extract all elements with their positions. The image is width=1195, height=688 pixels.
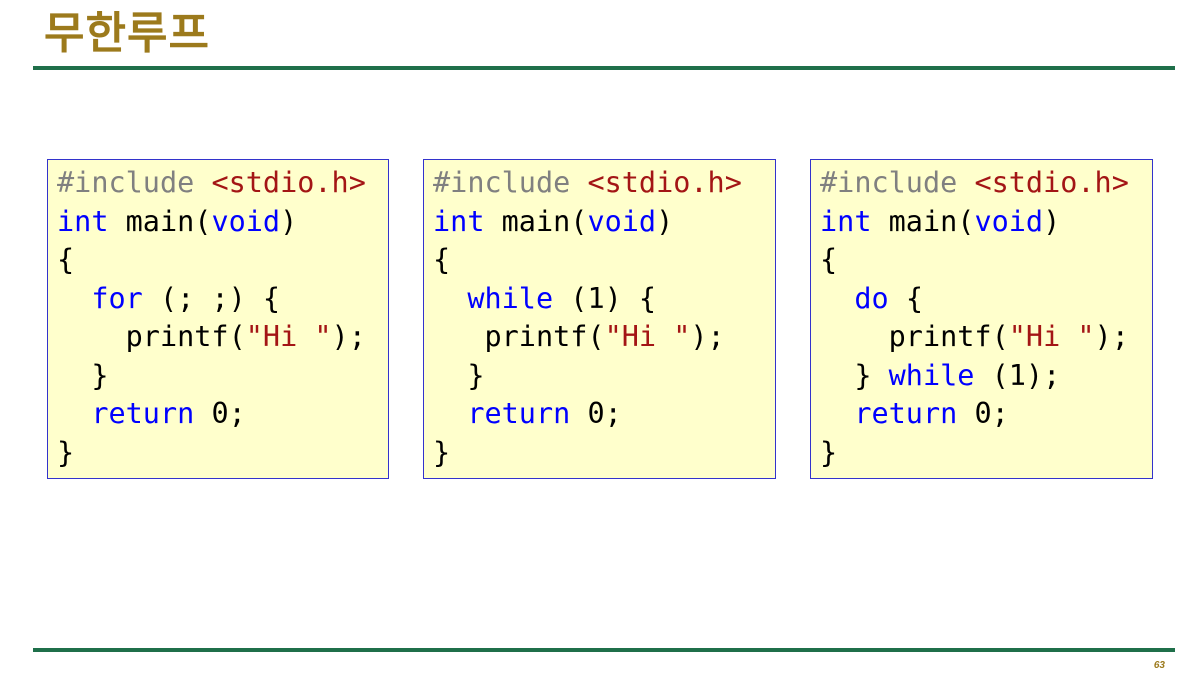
code-box-do-while-loop: #include <stdio.h> int main(void) { do {… [810,159,1153,479]
code-line: int main(void) [820,205,1060,238]
code-token-txt: (1); [974,358,1061,392]
code-token-txt: } [820,358,889,392]
code-line: int main(void) [433,205,673,238]
code-token-kw: void [211,204,281,238]
code-token-txt: 0; [570,397,622,430]
code-token-txt: ) [656,204,674,238]
code-box-while-loop: #include <stdio.h> int main(void) { whil… [423,159,776,479]
code-token-txt: printf( [57,320,246,353]
code-token-inc: <stdio.h> [587,166,742,199]
code-token-kw: int [57,204,109,238]
code-token-kw: return [91,397,195,430]
code-line: #include <stdio.h> [57,166,366,199]
code-token-kw: for [91,281,143,315]
code-token-kw: do [854,281,889,315]
code-token-txt: ); [331,320,366,353]
code-line: return 0; [820,397,1009,430]
code-line: while (1) { [433,282,656,315]
code-token-kw: int [433,204,485,238]
code-listing: #include <stdio.h> int main(void) { whil… [433,164,775,472]
code-line: printf("Hi "); [820,320,1129,353]
code-line: { [57,243,74,276]
code-token-kw: while [467,281,554,315]
code-token-txt: main( [108,204,212,238]
code-line: printf("Hi "); [57,320,366,353]
code-token-txt: { [57,243,75,276]
code-token-txt: printf( [433,320,605,353]
code-token-txt: 0; [194,397,246,430]
code-line: return 0; [57,397,246,430]
code-token-txt: } [57,435,75,469]
code-line: do { [820,282,923,315]
code-line: } while (1); [820,359,1060,392]
code-line: for (; ;) { [57,282,280,315]
code-token-txt: } [433,358,485,392]
code-token-txt: printf( [820,320,1009,353]
code-token-inc: <stdio.h> [211,166,366,199]
code-line: #include <stdio.h> [433,166,742,199]
code-line: { [820,243,837,276]
code-token-pp: #include [433,166,588,199]
code-token-txt: ); [1094,320,1129,353]
code-token-txt: main( [484,204,588,238]
code-token-txt: { [433,243,451,276]
code-token-txt: 0; [957,397,1009,430]
code-token-str: "Hi " [604,320,691,353]
code-line: } [57,436,74,469]
code-token-txt: } [57,358,109,392]
code-line: int main(void) [57,205,297,238]
code-token-pp: #include [820,166,975,199]
code-line: printf("Hi "); [433,320,725,353]
code-line: } [57,359,108,392]
code-box-for-loop: #include <stdio.h> int main(void) { for … [47,159,389,479]
code-listing: #include <stdio.h> int main(void) { for … [57,164,388,472]
code-token-txt: } [820,435,838,469]
code-line: #include <stdio.h> [820,166,1129,199]
code-token-kw: void [974,204,1044,238]
code-line: } [433,359,484,392]
code-token-str: "Hi " [1008,320,1095,353]
code-token-kw: int [820,204,872,238]
code-token-txt: ) [280,204,298,238]
footer-divider [33,648,1175,652]
code-token-kw: return [854,397,958,430]
code-token-inc: <stdio.h> [974,166,1129,199]
code-token-str: "Hi " [245,320,332,353]
code-token-txt: } [433,435,451,469]
code-token-txt: (1) { [553,281,657,315]
code-line: } [820,436,837,469]
code-token-kw: return [467,397,571,430]
code-listing: #include <stdio.h> int main(void) { do {… [820,164,1152,472]
code-token-txt: ); [690,320,725,353]
code-token-txt: ) [1043,204,1061,238]
code-token-kw: while [888,358,975,392]
code-line: } [433,436,450,469]
code-token-kw: void [587,204,657,238]
code-token-txt: (; ;) { [142,281,281,315]
code-line: { [433,243,450,276]
code-line: return 0; [433,397,622,430]
page-number: 63 [1153,660,1165,671]
code-token-pp: #include [57,166,212,199]
code-token-txt: { [820,243,838,276]
title-divider [33,66,1175,70]
code-token-txt: main( [871,204,975,238]
slide-title: 무한루프 [44,8,210,59]
code-token-txt: { [888,281,923,315]
